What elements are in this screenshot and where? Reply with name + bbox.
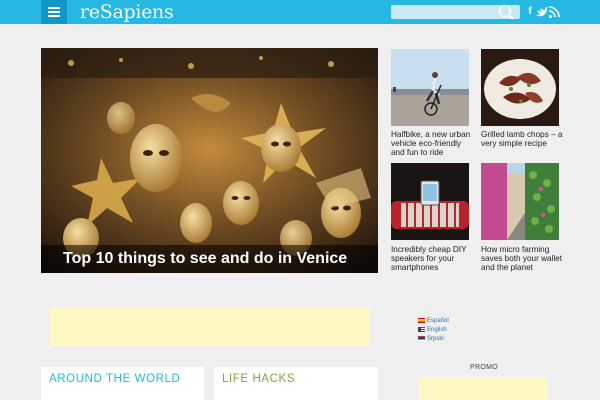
- article-title-micro-farming[interactable]: How micro farming saves both your wallet…: [481, 245, 565, 272]
- menu-line: [48, 11, 60, 13]
- advertisement-banner[interactable]: [50, 307, 370, 346]
- search-icon[interactable]: [495, 4, 517, 20]
- section-life-hacks: LIFE HACKS: [214, 367, 378, 400]
- top-navigation-bar: reSapiens f: [0, 0, 600, 24]
- language-label: English: [427, 327, 447, 334]
- article-title-halfbike[interactable]: Halfbike, a new urban vehicle eco-friend…: [391, 130, 475, 157]
- menu-line: [48, 7, 60, 9]
- article-title-diy-speakers[interactable]: Incredibly cheap DIY speakers for your s…: [391, 245, 475, 272]
- facebook-icon[interactable]: f: [524, 4, 536, 20]
- lamb-chops-image: [481, 49, 559, 126]
- section-around-the-world: AROUND THE WORLD: [41, 367, 204, 400]
- diy-speakers-image: [391, 163, 469, 240]
- menu-line: [48, 15, 60, 17]
- twitter-icon[interactable]: [536, 4, 548, 20]
- rss-icon[interactable]: [548, 4, 560, 20]
- section-title[interactable]: AROUND THE WORLD: [49, 373, 180, 385]
- spain-flag-icon: [418, 318, 425, 323]
- language-option-english[interactable]: English: [418, 327, 447, 333]
- language-label: Srpski: [427, 336, 444, 343]
- halfbike-image: [391, 49, 469, 126]
- article-thumbnail-diy-speakers[interactable]: [391, 163, 469, 240]
- promo-label: PROMO: [470, 364, 498, 371]
- logo-text: reSapiens: [80, 1, 174, 23]
- featured-article[interactable]: Top 10 things to see and do in Venice: [41, 48, 378, 273]
- section-title[interactable]: LIFE HACKS: [222, 373, 295, 385]
- micro-farming-image: [481, 163, 559, 240]
- article-title-lamb-chops[interactable]: Grilled lamb chops – a very simple recip…: [481, 130, 565, 148]
- us-flag-icon: [418, 327, 425, 332]
- language-option-spanish[interactable]: Español: [418, 318, 449, 324]
- featured-article-title[interactable]: Top 10 things to see and do in Venice: [41, 245, 378, 273]
- venetian-masks-image: [41, 48, 378, 273]
- promo-banner[interactable]: [419, 377, 548, 400]
- language-option-serbian[interactable]: Srpski: [418, 336, 444, 342]
- language-label: Español: [427, 318, 449, 325]
- article-thumbnail-halfbike[interactable]: [391, 49, 469, 126]
- article-thumbnail-lamb-chops[interactable]: [481, 49, 559, 126]
- article-thumbnail-micro-farming[interactable]: [481, 163, 559, 240]
- serbia-flag-icon: [418, 336, 425, 341]
- site-logo[interactable]: reSapiens: [80, 0, 174, 24]
- hamburger-menu-button[interactable]: [41, 0, 67, 24]
